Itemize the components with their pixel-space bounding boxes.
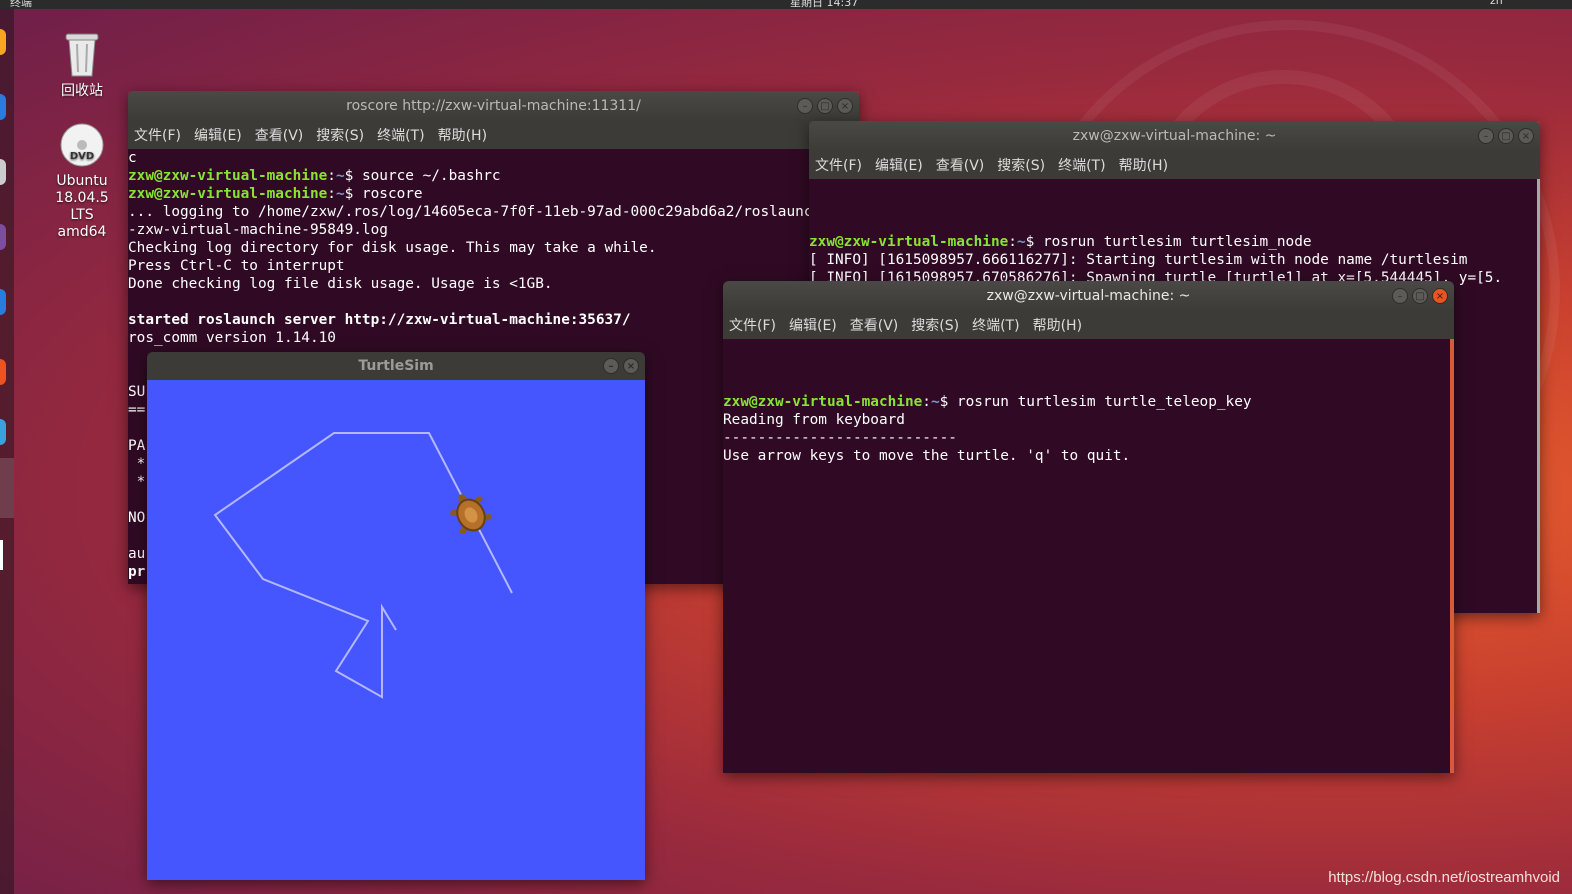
prompt-separator: : xyxy=(327,186,336,202)
menu-item[interactable]: 终端(T) xyxy=(1058,155,1105,175)
menu-item[interactable]: 帮助(H) xyxy=(438,125,487,145)
command-text: $ rosrun turtlesim turtlesim_node xyxy=(1025,234,1312,250)
terminal-line: --------------------------- xyxy=(723,430,957,446)
teleop-terminal-window[interactable]: zxw@zxw-virtual-machine: ~ – □ × 文件(F) 编辑… xyxy=(723,281,1454,773)
prompt-user: zxw@zxw-virtual-machine xyxy=(723,394,923,410)
terminal-line: Reading from keyboard xyxy=(723,412,905,428)
menu-item[interactable]: 查看(V) xyxy=(850,315,899,335)
menu-item[interactable]: 文件(F) xyxy=(134,125,181,145)
menu-item[interactable]: 搜索(S) xyxy=(316,125,364,145)
command-text: $ roscore xyxy=(344,186,423,202)
scrollbar[interactable] xyxy=(1450,339,1454,773)
writer-icon[interactable] xyxy=(0,289,6,315)
prompt-path: ~ xyxy=(335,186,345,202)
menu-item[interactable]: 帮助(H) xyxy=(1033,315,1082,335)
watermark: https://blog.csdn.net/iostreamhvoid xyxy=(1328,869,1560,886)
firefox-icon[interactable] xyxy=(0,29,6,55)
prompt-path: ~ xyxy=(930,394,940,410)
dvd-label-line2: 18.04.5 LTS xyxy=(55,190,109,223)
prompt-separator: : xyxy=(1008,234,1017,250)
terminal-line: [ INFO] [1615098957.666116277]: Starting… xyxy=(809,252,1468,268)
terminal-line: zxw@zxw-virtual-machine:~$ source ~/.bas… xyxy=(128,167,859,185)
terminal-line: zxw@zxw-virtual-machine:~$ rosrun turtle… xyxy=(809,233,1540,251)
top-panel: 终端 星期日 14:37 zh xyxy=(0,0,1572,9)
dvd-desktop-icon[interactable]: DVD Ubuntu 18.04.5 LTS amd64 xyxy=(44,122,120,241)
prompt-separator: : xyxy=(922,394,931,410)
menu-item[interactable]: 文件(F) xyxy=(729,315,776,335)
trash-icon xyxy=(65,33,99,77)
turtlesim-titlebar[interactable]: TurtleSim – × xyxy=(147,352,645,380)
dock-terminal-active[interactable] xyxy=(0,458,14,518)
minimize-button[interactable]: – xyxy=(1478,128,1494,144)
window-title: zxw@zxw-virtual-machine: ~ xyxy=(1072,128,1277,144)
menu-item[interactable]: 终端(T) xyxy=(377,125,424,145)
menu-item[interactable]: 查看(V) xyxy=(255,125,304,145)
menu-item[interactable]: 文件(F) xyxy=(815,155,862,175)
dvd-disc-icon: DVD xyxy=(60,123,104,167)
teleop-titlebar[interactable]: zxw@zxw-virtual-machine: ~ – □ × xyxy=(723,281,1454,311)
files-icon[interactable] xyxy=(0,159,6,185)
turtlesim-canvas xyxy=(147,380,645,880)
menubar: 文件(F) 编辑(E) 查看(V) 搜索(S) 终端(T) 帮助(H) xyxy=(809,151,1540,179)
close-button[interactable]: × xyxy=(1518,128,1534,144)
clock[interactable]: 星期日 14:37 xyxy=(790,0,858,9)
maximize-button[interactable]: □ xyxy=(1412,288,1428,304)
minimize-button[interactable]: – xyxy=(1392,288,1408,304)
dock-running-indicator xyxy=(0,540,3,570)
input-method-indicator[interactable]: zh xyxy=(1490,0,1503,7)
close-button[interactable]: × xyxy=(1432,288,1448,304)
menu-item[interactable]: 搜索(S) xyxy=(997,155,1045,175)
terminal-line: Press Ctrl-C to interrupt xyxy=(128,258,345,274)
terminal-line: -zxw-virtual-machine-95849.log xyxy=(128,222,388,238)
menu-item[interactable]: 编辑(E) xyxy=(194,125,242,145)
maximize-button[interactable]: □ xyxy=(817,98,833,114)
window-title: zxw@zxw-virtual-machine: ~ xyxy=(986,288,1191,304)
scrollbar[interactable] xyxy=(1537,179,1540,613)
prompt-path: ~ xyxy=(335,168,345,184)
window-title: roscore http://zxw-virtual-machine:11311… xyxy=(346,98,641,114)
prompt-separator: : xyxy=(327,168,336,184)
prompt-user: zxw@zxw-virtual-machine xyxy=(128,186,328,202)
menu-item[interactable]: 帮助(H) xyxy=(1119,155,1168,175)
menu-item[interactable]: 编辑(E) xyxy=(789,315,837,335)
terminal-line: zxw@zxw-virtual-machine:~$ rosrun turtle… xyxy=(723,393,1454,411)
dvd-label-line1: Ubuntu xyxy=(56,173,108,189)
menu-item[interactable]: 终端(T) xyxy=(972,315,1019,335)
menubar: 文件(F) 编辑(E) 查看(V) 搜索(S) 终端(T) 帮助(H) xyxy=(128,121,859,149)
node-titlebar[interactable]: zxw@zxw-virtual-machine: ~ – □ × xyxy=(809,121,1540,151)
maximize-button[interactable]: □ xyxy=(1498,128,1514,144)
trash-label: 回收站 xyxy=(61,83,103,99)
thunderbird-icon[interactable] xyxy=(0,94,6,120)
prompt-user: zxw@zxw-virtual-machine xyxy=(128,168,328,184)
roscore-titlebar[interactable]: roscore http://zxw-virtual-machine:11311… xyxy=(128,91,859,121)
software-icon[interactable] xyxy=(0,359,6,385)
close-button[interactable]: × xyxy=(837,98,853,114)
terminal-line: Use arrow keys to move the turtle. 'q' t… xyxy=(723,448,1131,464)
trash-desktop-icon[interactable]: 回收站 xyxy=(48,30,116,100)
prompt-path: ~ xyxy=(1016,234,1026,250)
minimize-button[interactable]: – xyxy=(603,358,619,374)
rhythmbox-icon[interactable] xyxy=(0,224,6,250)
menu-item[interactable]: 查看(V) xyxy=(936,155,985,175)
window-title: TurtleSim xyxy=(358,358,434,374)
terminal-line: Checking log directory for disk usage. T… xyxy=(128,240,657,256)
terminal-output[interactable]: zxw@zxw-virtual-machine:~$ rosrun turtle… xyxy=(723,339,1454,773)
terminal-line: zxw@zxw-virtual-machine:~$ roscore xyxy=(128,185,859,203)
menu-item[interactable]: 编辑(E) xyxy=(875,155,923,175)
help-icon[interactable] xyxy=(0,419,6,445)
turtlesim-window[interactable]: TurtleSim – × xyxy=(147,352,645,880)
menubar: 文件(F) 编辑(E) 查看(V) 搜索(S) 终端(T) 帮助(H) xyxy=(723,311,1454,339)
minimize-button[interactable]: – xyxy=(797,98,813,114)
command-text: $ rosrun turtlesim turtle_teleop_key xyxy=(939,394,1252,410)
dvd-label-line3: amd64 xyxy=(57,224,107,240)
menu-item[interactable]: 搜索(S) xyxy=(911,315,959,335)
dock xyxy=(0,9,14,894)
close-button[interactable]: × xyxy=(623,358,639,374)
dvd-badge: DVD xyxy=(70,151,94,162)
terminal-line: ... logging to /home/zxw/.ros/log/14605e… xyxy=(128,204,822,220)
prompt-user: zxw@zxw-virtual-machine xyxy=(809,234,1009,250)
activities-terminal-label[interactable]: 终端 xyxy=(10,0,32,9)
terminal-line: c xyxy=(128,150,137,166)
command-text: $ source ~/.bashrc xyxy=(344,168,501,184)
